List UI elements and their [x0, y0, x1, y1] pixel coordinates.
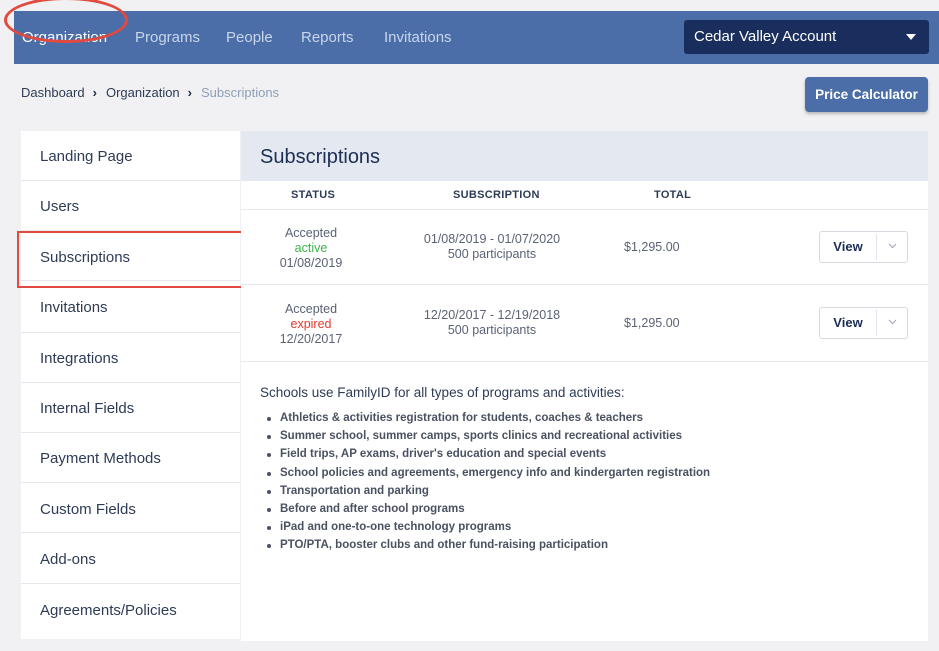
- sidebar-item-integrations[interactable]: Integrations: [21, 333, 240, 383]
- sidebar-item-payment-methods[interactable]: Payment Methods: [21, 433, 240, 483]
- status-cell: Accepted expired 12/20/2017: [271, 302, 351, 347]
- sidebar-item-internal-fields[interactable]: Internal Fields: [21, 383, 240, 433]
- sidebar-item-label: Agreements/Policies: [40, 602, 177, 619]
- column-header-subscription: SUBSCRIPTION: [453, 189, 540, 201]
- status-date: 12/20/2017: [279, 332, 343, 346]
- panel-header: Subscriptions: [241, 131, 928, 181]
- breadcrumb: Dashboard › Organization › Subscriptions: [21, 84, 279, 100]
- info-intro: Schools use FamilyID for all types of pr…: [260, 385, 625, 400]
- sidebar-item-invitations[interactable]: Invitations: [21, 283, 240, 333]
- sidebar-item-add-ons[interactable]: Add-ons: [21, 534, 240, 584]
- status-text: Accepted: [284, 302, 338, 316]
- sidebar-item-subscriptions[interactable]: Subscriptions: [21, 231, 240, 281]
- nav-people[interactable]: People: [226, 29, 273, 46]
- dropdown-toggle[interactable]: [877, 232, 908, 262]
- info-list: Athletics & activities registration for …: [265, 410, 710, 556]
- subscription-period: 12/20/2017 - 12/19/2018: [423, 308, 561, 322]
- list-item: Before and after school programs: [265, 501, 710, 519]
- dropdown-toggle[interactable]: [877, 308, 908, 338]
- nav-invitations[interactable]: Invitations: [384, 29, 452, 46]
- list-item: Field trips, AP exams, driver's educatio…: [265, 446, 710, 464]
- breadcrumb-current: Subscriptions: [201, 85, 280, 101]
- sidebar-item-custom-fields[interactable]: Custom Fields: [21, 483, 240, 533]
- sidebar-item-agreements-policies[interactable]: Agreements/Policies: [21, 585, 240, 635]
- subscription-cell: 01/08/2019 - 01/07/2020 500 participants: [406, 232, 578, 262]
- sidebar-item-label: Users: [40, 198, 80, 215]
- sidebar-item-label: Landing Page: [40, 148, 133, 165]
- status-text: Accepted: [284, 226, 338, 240]
- list-item: PTO/PTA, booster clubs and other fund-ra…: [265, 537, 710, 555]
- list-item: iPad and one-to-one technology programs: [265, 519, 710, 537]
- sidebar: Landing Page Users Subscriptions Invitat…: [21, 131, 240, 639]
- status-date: 01/08/2019: [279, 256, 343, 270]
- caret-down-icon: [906, 34, 916, 40]
- chevron-down-icon: [888, 319, 897, 325]
- column-header-total: TOTAL: [654, 189, 692, 201]
- view-button-group: View: [819, 307, 908, 339]
- account-select[interactable]: Cedar Valley Account: [684, 20, 929, 54]
- view-button[interactable]: View: [820, 232, 876, 262]
- table-row: Accepted active 01/08/2019 01/08/2019 - …: [241, 209, 928, 285]
- nav-programs[interactable]: Programs: [135, 29, 200, 46]
- status-badge: active: [294, 241, 328, 255]
- subscription-participants: 500 participants: [447, 323, 537, 337]
- account-select-label: Cedar Valley Account: [694, 28, 837, 45]
- table-row: Accepted expired 12/20/2017 12/20/2017 -…: [241, 286, 928, 362]
- sidebar-item-label: Custom Fields: [40, 501, 136, 518]
- list-item: Athletics & activities registration for …: [265, 410, 710, 428]
- list-item: School policies and agreements, emergenc…: [265, 465, 710, 483]
- view-button[interactable]: View: [820, 308, 876, 338]
- list-item: Summer school, summer camps, sports clin…: [265, 428, 710, 446]
- top-nav: Organization Programs People Reports Inv…: [4, 0, 939, 64]
- sidebar-item-landing-page[interactable]: Landing Page: [21, 131, 240, 181]
- sidebar-item-label: Subscriptions: [40, 249, 131, 266]
- sidebar-item-users[interactable]: Users: [21, 181, 240, 231]
- sidebar-item-label: Integrations: [40, 350, 119, 367]
- sidebar-item-label: Internal Fields: [40, 400, 135, 417]
- chevron-right-icon: ›: [187, 85, 193, 101]
- total-cell: $1,295.00: [624, 240, 680, 254]
- sidebar-item-label: Payment Methods: [40, 450, 161, 467]
- subscription-participants: 500 participants: [447, 247, 537, 261]
- nav-reports[interactable]: Reports: [301, 29, 354, 46]
- view-button-group: View: [819, 231, 908, 263]
- page-title: Subscriptions: [260, 146, 381, 168]
- sidebar-item-label: Add-ons: [40, 551, 96, 568]
- main-panel: Subscriptions STATUS SUBSCRIPTION TOTAL …: [241, 131, 928, 641]
- column-header-status: STATUS: [291, 189, 336, 201]
- status-cell: Accepted active 01/08/2019: [271, 226, 351, 271]
- subscription-cell: 12/20/2017 - 12/19/2018 500 participants: [406, 308, 578, 338]
- price-calculator-button[interactable]: Price Calculator: [805, 77, 928, 112]
- nav-organization[interactable]: Organization: [22, 29, 107, 46]
- subscription-period: 01/08/2019 - 01/07/2020: [423, 232, 561, 246]
- breadcrumb-organization[interactable]: Organization: [106, 85, 180, 100]
- total-cell: $1,295.00: [624, 316, 680, 330]
- sidebar-item-label: Invitations: [40, 299, 108, 316]
- status-badge: expired: [290, 317, 332, 331]
- breadcrumb-dashboard[interactable]: Dashboard: [21, 85, 85, 100]
- list-item: Transportation and parking: [265, 483, 710, 501]
- chevron-right-icon: ›: [92, 85, 97, 101]
- chevron-down-icon: [888, 243, 897, 249]
